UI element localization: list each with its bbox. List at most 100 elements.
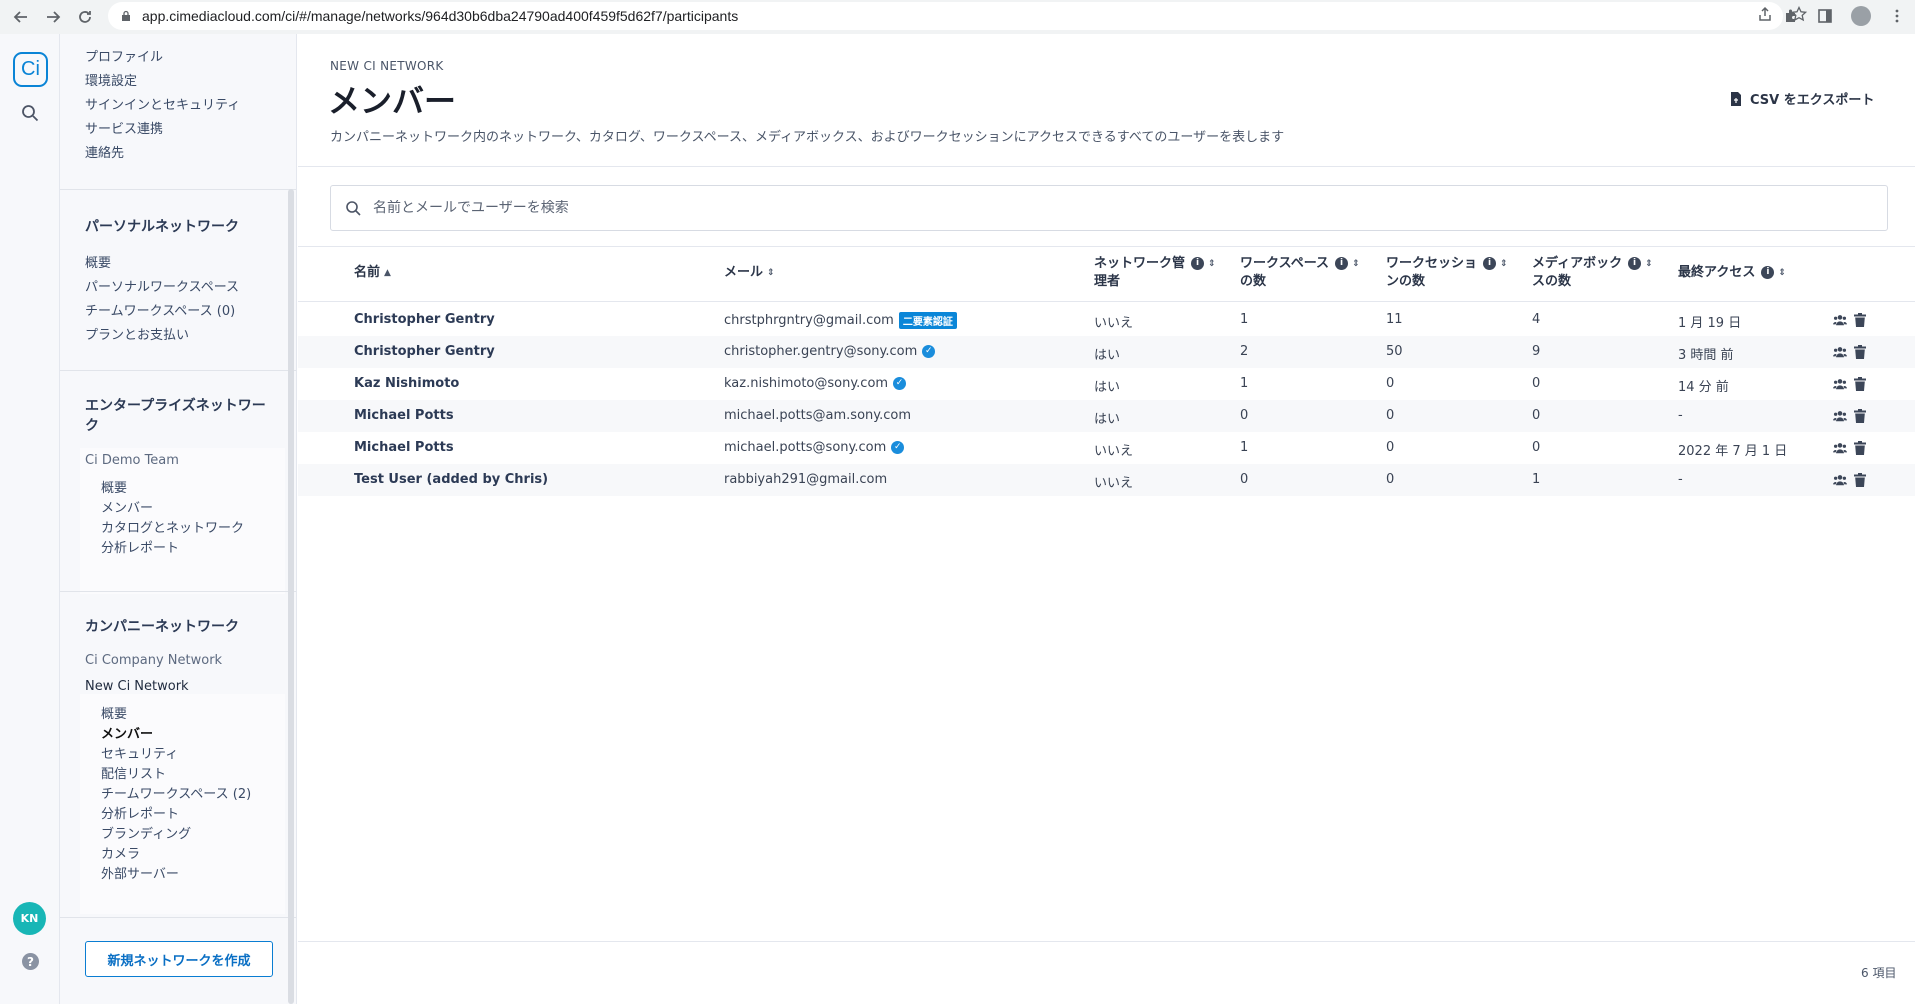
column-header-last-access-label: 最終アクセス	[1678, 265, 1756, 280]
member-name[interactable]: Test User (added by Chris)	[354, 472, 548, 487]
sidebar-item-company-cameras[interactable]: カメラ	[101, 843, 140, 862]
member-name[interactable]: Michael Potts	[354, 408, 454, 423]
info-icon[interactable]: i	[1483, 257, 1497, 270]
table-row[interactable]: Christopher Gentry chrstphrgntry@gmail.c…	[298, 304, 1915, 336]
manage-users-icon[interactable]	[1833, 473, 1847, 487]
sidebar-item-signin-security[interactable]: サインインとセキュリティ	[85, 94, 240, 113]
manage-users-icon[interactable]	[1833, 377, 1847, 391]
search-box[interactable]	[330, 185, 1888, 231]
share-icon[interactable]	[1757, 6, 1773, 22]
trash-icon[interactable]	[1853, 377, 1867, 391]
sort-icon: ⇕	[1352, 259, 1360, 269]
sidebar-item-company-distribution[interactable]: 配信リスト	[101, 763, 166, 782]
browser-profile-icon[interactable]	[1851, 6, 1871, 26]
side-panel-icon[interactable]	[1817, 8, 1833, 24]
avatar[interactable]: KN	[13, 902, 46, 935]
address-bar[interactable]: app.cimediacloud.com/ci/#/manage/network…	[108, 2, 1783, 30]
extensions-icon[interactable]	[1783, 8, 1799, 24]
member-mediaboxes: 0	[1532, 408, 1541, 423]
member-admin: はい	[1094, 348, 1121, 363]
sidebar-item-company-branding[interactable]: ブランディング	[101, 823, 191, 842]
member-admin: いいえ	[1094, 444, 1134, 459]
divider	[298, 301, 1915, 302]
member-name[interactable]: Christopher Gentry	[354, 312, 495, 327]
sidebar-item-integrations[interactable]: サービス連携	[85, 118, 163, 137]
column-header-mediaboxes-line1: メディアボック	[1532, 256, 1623, 271]
member-worksessions: 11	[1386, 312, 1403, 327]
column-header-mediaboxes[interactable]: メディアボック スの数 i ⇕	[1532, 255, 1653, 291]
table-row[interactable]: Michael Potts michael.potts@sony.com ✓ いい…	[298, 432, 1915, 464]
search-input[interactable]	[373, 200, 1773, 216]
sidebar-item-enterprise-overview[interactable]: 概要	[101, 477, 127, 496]
table-row[interactable]: Christopher Gentry christopher.gentry@so…	[298, 336, 1915, 368]
back-icon[interactable]	[6, 2, 36, 32]
sidebar-item-team-workspaces[interactable]: チームワークスペース (0)	[85, 300, 235, 319]
info-icon[interactable]: i	[1191, 257, 1205, 270]
sidebar-item-preferences[interactable]: 環境設定	[85, 70, 137, 89]
column-header-last-access[interactable]: 最終アクセス i ⇕	[1678, 264, 1786, 282]
csv-export-button[interactable]: CSV をエクスポート	[1730, 89, 1874, 108]
search-icon[interactable]	[20, 103, 40, 123]
sidebar-item-company-overview[interactable]: 概要	[101, 703, 127, 722]
sidebar-scrollbar[interactable]	[288, 189, 294, 1004]
trash-icon[interactable]	[1853, 473, 1867, 487]
sidebar-item-plan-billing[interactable]: プランとお支払い	[85, 324, 189, 343]
member-email: christopher.gentry@sony.com ✓	[724, 344, 936, 359]
sidebar-item-enterprise-analytics[interactable]: 分析レポート	[101, 537, 179, 556]
trash-icon[interactable]	[1853, 313, 1867, 327]
manage-users-icon[interactable]	[1833, 441, 1847, 455]
forward-icon[interactable]	[38, 2, 68, 32]
table-row[interactable]: Michael Potts michael.potts@am.sony.com …	[298, 400, 1915, 432]
company-network-name[interactable]: Ci Company Network	[85, 653, 222, 668]
manage-users-icon[interactable]	[1833, 345, 1847, 359]
sidebar-item-enterprise-members[interactable]: メンバー	[101, 497, 153, 516]
trash-icon[interactable]	[1853, 409, 1867, 423]
sidebar-item-personal-overview[interactable]: 概要	[85, 252, 111, 271]
column-header-admin[interactable]: ネットワーク管 理者 i ⇕	[1094, 255, 1216, 291]
column-header-worksessions[interactable]: ワークセッショ ンの数 i ⇕	[1386, 255, 1508, 291]
member-workspaces: 1	[1240, 312, 1249, 327]
info-icon[interactable]: i	[1761, 266, 1775, 279]
sidebar-item-contacts[interactable]: 連絡先	[85, 142, 124, 161]
table-row[interactable]: Kaz Nishimoto kaz.nishimoto@sony.com ✓ はい…	[298, 368, 1915, 400]
new-ci-network-name[interactable]: New Ci Network	[85, 679, 189, 694]
table-row[interactable]: Test User (added by Chris) rabbiyah291@g…	[298, 464, 1915, 496]
ci-logo[interactable]: Ci	[13, 52, 48, 87]
member-last-access: 2022 年 7 月 1 日	[1678, 444, 1788, 459]
member-last-access: -	[1678, 472, 1683, 487]
reload-icon[interactable]	[70, 2, 100, 32]
sidebar-item-company-members[interactable]: メンバー	[101, 723, 153, 742]
sidebar-item-company-team-workspaces[interactable]: チームワークスペース (2)	[101, 783, 251, 802]
help-icon[interactable]: ?	[22, 953, 39, 970]
sidebar-item-company-analytics[interactable]: 分析レポート	[101, 803, 179, 822]
divider	[298, 941, 1915, 942]
member-email: michael.potts@am.sony.com	[724, 408, 912, 423]
sidebar-item-personal-workspace[interactable]: パーソナルワークスペース	[85, 276, 239, 295]
divider	[60, 370, 296, 371]
member-worksessions: 0	[1386, 376, 1395, 391]
enterprise-team-name[interactable]: Ci Demo Team	[85, 453, 179, 468]
member-name[interactable]: Christopher Gentry	[354, 344, 495, 359]
manage-users-icon[interactable]	[1833, 313, 1847, 327]
sort-icon: ⇕	[767, 268, 775, 278]
sidebar-item-profile[interactable]: プロファイル	[85, 46, 163, 65]
column-header-workspaces[interactable]: ワークスペース の数 i ⇕	[1240, 255, 1360, 291]
member-workspaces: 0	[1240, 472, 1249, 487]
sidebar-item-company-external-servers[interactable]: 外部サーバー	[101, 863, 179, 882]
item-count: 6 項目	[1861, 966, 1897, 980]
sidebar-item-enterprise-catalogs[interactable]: カタログとネットワーク	[101, 517, 244, 536]
column-header-email[interactable]: メール ⇕	[724, 264, 775, 282]
manage-users-icon[interactable]	[1833, 409, 1847, 423]
member-name[interactable]: Michael Potts	[354, 440, 454, 455]
trash-icon[interactable]	[1853, 441, 1867, 455]
info-icon[interactable]: i	[1628, 257, 1642, 270]
column-header-name[interactable]: 名前 ▲	[354, 264, 391, 282]
member-email-text: chrstphrgntry@gmail.com	[724, 313, 894, 328]
member-name[interactable]: Kaz Nishimoto	[354, 376, 459, 391]
create-network-button[interactable]: 新規ネットワークを作成	[85, 941, 273, 977]
sidebar-item-company-security[interactable]: セキュリティ	[101, 743, 178, 762]
info-icon[interactable]: i	[1335, 257, 1349, 270]
trash-icon[interactable]	[1853, 345, 1867, 359]
browser-menu-icon[interactable]	[1889, 8, 1905, 24]
page-description: カンパニーネットワーク内のネットワーク、カタログ、ワークスペース、メディアボック…	[330, 130, 1285, 145]
